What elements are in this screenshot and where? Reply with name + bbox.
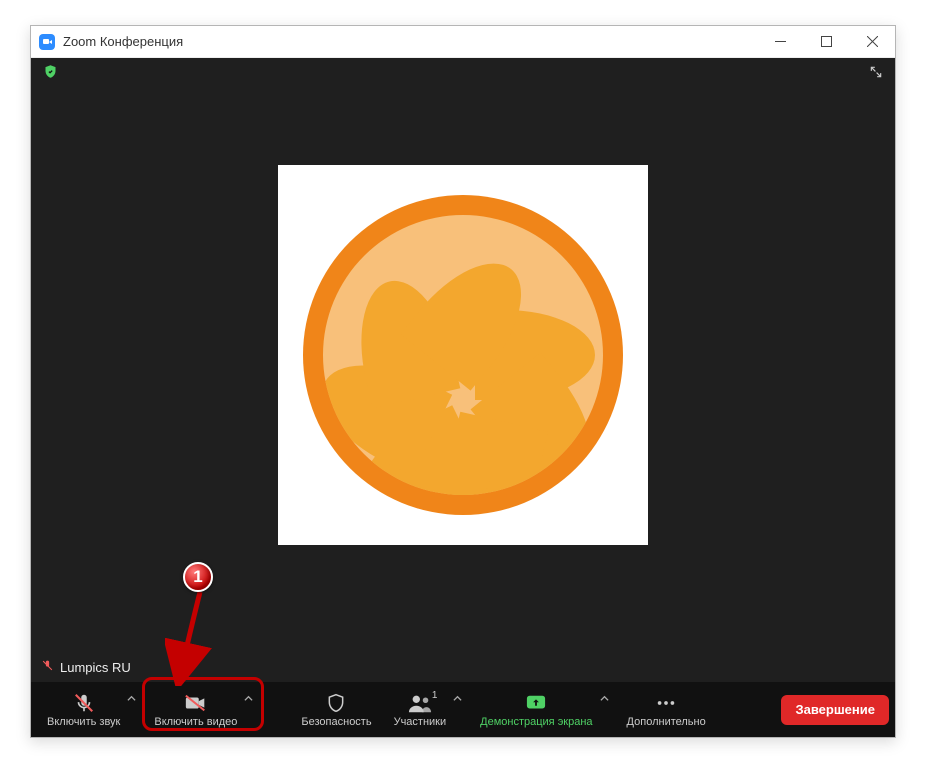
end-label: Завершение bbox=[795, 702, 875, 717]
mic-muted-icon bbox=[41, 659, 54, 675]
video-options-chevron-icon[interactable] bbox=[244, 694, 253, 703]
meeting-toolbar: Включить звук Включить видео bbox=[31, 682, 895, 737]
more-button[interactable]: Дополнительно bbox=[617, 686, 716, 734]
more-label: Дополнительно bbox=[627, 716, 706, 728]
share-label: Демонстрация экрана bbox=[480, 716, 592, 728]
minimize-button[interactable] bbox=[757, 26, 803, 57]
app-window: Zoom Конференция bbox=[30, 25, 896, 738]
participant-name: Lumpics RU bbox=[60, 660, 131, 675]
window-title: Zoom Конференция bbox=[63, 34, 757, 49]
audio-options-chevron-icon[interactable] bbox=[127, 694, 136, 703]
security-button[interactable]: Безопасность bbox=[291, 686, 381, 734]
shield-icon bbox=[326, 692, 346, 714]
participants-label: Участники bbox=[394, 716, 447, 728]
start-video-button[interactable]: Включить видео bbox=[144, 686, 259, 734]
more-dots-icon bbox=[655, 692, 677, 714]
share-options-chevron-icon[interactable] bbox=[600, 694, 609, 703]
share-screen-button[interactable]: Демонстрация экрана bbox=[470, 686, 614, 734]
end-meeting-button[interactable]: Завершение bbox=[781, 695, 889, 725]
encryption-shield-icon[interactable] bbox=[43, 64, 58, 82]
participants-options-chevron-icon[interactable] bbox=[453, 694, 462, 703]
participant-name-overlay: Lumpics RU bbox=[41, 659, 131, 675]
window-controls bbox=[757, 26, 895, 57]
fullscreen-icon[interactable] bbox=[869, 65, 883, 82]
share-screen-icon bbox=[525, 692, 547, 714]
participant-avatar-tile bbox=[278, 165, 648, 545]
maximize-button[interactable] bbox=[803, 26, 849, 57]
close-button[interactable] bbox=[849, 26, 895, 57]
meeting-content: Lumpics RU Включить звук bbox=[31, 58, 895, 737]
zoom-app-icon bbox=[39, 34, 55, 50]
camera-muted-icon bbox=[184, 692, 208, 714]
avatar-orange-icon bbox=[303, 195, 623, 515]
security-label: Безопасность bbox=[301, 716, 371, 728]
annotation-step-badge: 1 bbox=[183, 562, 213, 592]
video-label: Включить видео bbox=[154, 716, 237, 728]
annotation-step-number: 1 bbox=[193, 567, 202, 587]
audio-label: Включить звук bbox=[47, 716, 120, 728]
unmute-audio-button[interactable]: Включить звук bbox=[37, 686, 142, 734]
participants-count: 1 bbox=[432, 690, 438, 701]
microphone-muted-icon bbox=[73, 692, 95, 714]
participants-icon bbox=[408, 692, 432, 714]
meeting-topbar bbox=[31, 58, 895, 88]
participants-button[interactable]: 1 Участники bbox=[384, 686, 469, 734]
video-area bbox=[31, 58, 895, 682]
titlebar: Zoom Конференция bbox=[31, 26, 895, 58]
